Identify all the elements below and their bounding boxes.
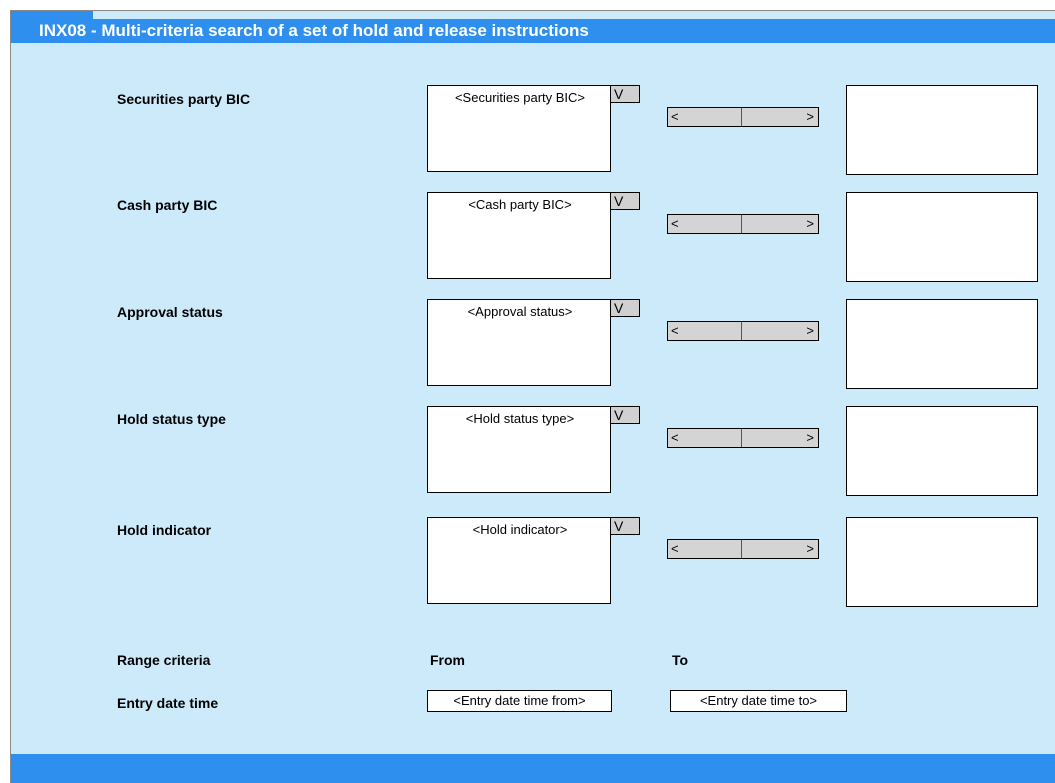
hold-status-type-move-left-button[interactable]: < — [668, 429, 742, 447]
window-title: INX08 - Multi-criteria search of a set o… — [11, 19, 1055, 43]
securities-party-bic-placeholder: <Securities party BIC> — [454, 90, 586, 105]
hold-status-type-dropdown-button[interactable]: V — [610, 406, 640, 424]
hold-status-type-listbox[interactable]: <Hold status type> — [427, 406, 611, 493]
approval-status-label: Approval status — [117, 304, 223, 320]
hold-indicator-selected-list[interactable] — [846, 517, 1038, 607]
cash-party-bic-listbox[interactable]: <Cash party BIC> — [427, 192, 611, 279]
hold-status-type-mover: < > — [667, 428, 819, 448]
hold-status-type-placeholder: <Hold status type> — [465, 411, 575, 426]
securities-party-bic-dropdown-button[interactable]: V — [610, 85, 640, 103]
cash-party-bic-move-right-button[interactable]: > — [742, 215, 818, 233]
hold-indicator-label: Hold indicator — [117, 522, 212, 538]
approval-status-mover: < > — [667, 321, 819, 341]
entry-date-time-to-field[interactable]: <Entry date time to> — [670, 690, 847, 712]
hold-status-type-move-right-button[interactable]: > — [742, 429, 818, 447]
hold-status-type-label: Hold status type — [117, 411, 226, 427]
cash-party-bic-mover: < > — [667, 214, 819, 234]
hold-indicator-move-right-button[interactable]: > — [742, 540, 818, 558]
approval-status-move-left-button[interactable]: < — [668, 322, 742, 340]
approval-status-listbox[interactable]: <Approval status> — [427, 299, 611, 386]
securities-party-bic-move-right-button[interactable]: > — [742, 108, 818, 126]
securities-party-bic-move-left-button[interactable]: < — [668, 108, 742, 126]
entry-date-time-from-field[interactable]: <Entry date time from> — [427, 690, 612, 712]
cash-party-bic-selected-list[interactable] — [846, 192, 1038, 282]
range-to-header: To — [672, 652, 689, 668]
hold-indicator-dropdown-button[interactable]: V — [610, 517, 640, 535]
hold-indicator-placeholder: <Hold indicator> — [472, 522, 568, 537]
securities-party-bic-label: Securities party BIC — [117, 91, 251, 107]
securities-party-bic-listbox[interactable]: <Securities party BIC> — [427, 85, 611, 172]
range-from-header: From — [430, 652, 465, 668]
approval-status-placeholder: <Approval status> — [467, 304, 573, 319]
hold-indicator-listbox[interactable]: <Hold indicator> — [427, 517, 611, 604]
securities-party-bic-selected-list[interactable] — [846, 85, 1038, 175]
approval-status-dropdown-button[interactable]: V — [610, 299, 640, 317]
approval-status-move-right-button[interactable]: > — [742, 322, 818, 340]
cash-party-bic-move-left-button[interactable]: < — [668, 215, 742, 233]
cash-party-bic-label: Cash party BIC — [117, 197, 218, 213]
approval-status-selected-list[interactable] — [846, 299, 1038, 389]
range-criteria-label: Range criteria — [117, 652, 211, 668]
entry-date-time-label: Entry date time — [117, 695, 219, 711]
search-screen: INX08 - Multi-criteria search of a set o… — [10, 10, 1055, 783]
cash-party-bic-dropdown-button[interactable]: V — [610, 192, 640, 210]
hold-status-type-selected-list[interactable] — [846, 406, 1038, 496]
footer-bar — [11, 754, 1055, 783]
securities-party-bic-mover: < > — [667, 107, 819, 127]
hold-indicator-move-left-button[interactable]: < — [668, 540, 742, 558]
hold-indicator-mover: < > — [667, 539, 819, 559]
screen-tab — [11, 11, 93, 19]
cash-party-bic-placeholder: <Cash party BIC> — [468, 197, 572, 212]
